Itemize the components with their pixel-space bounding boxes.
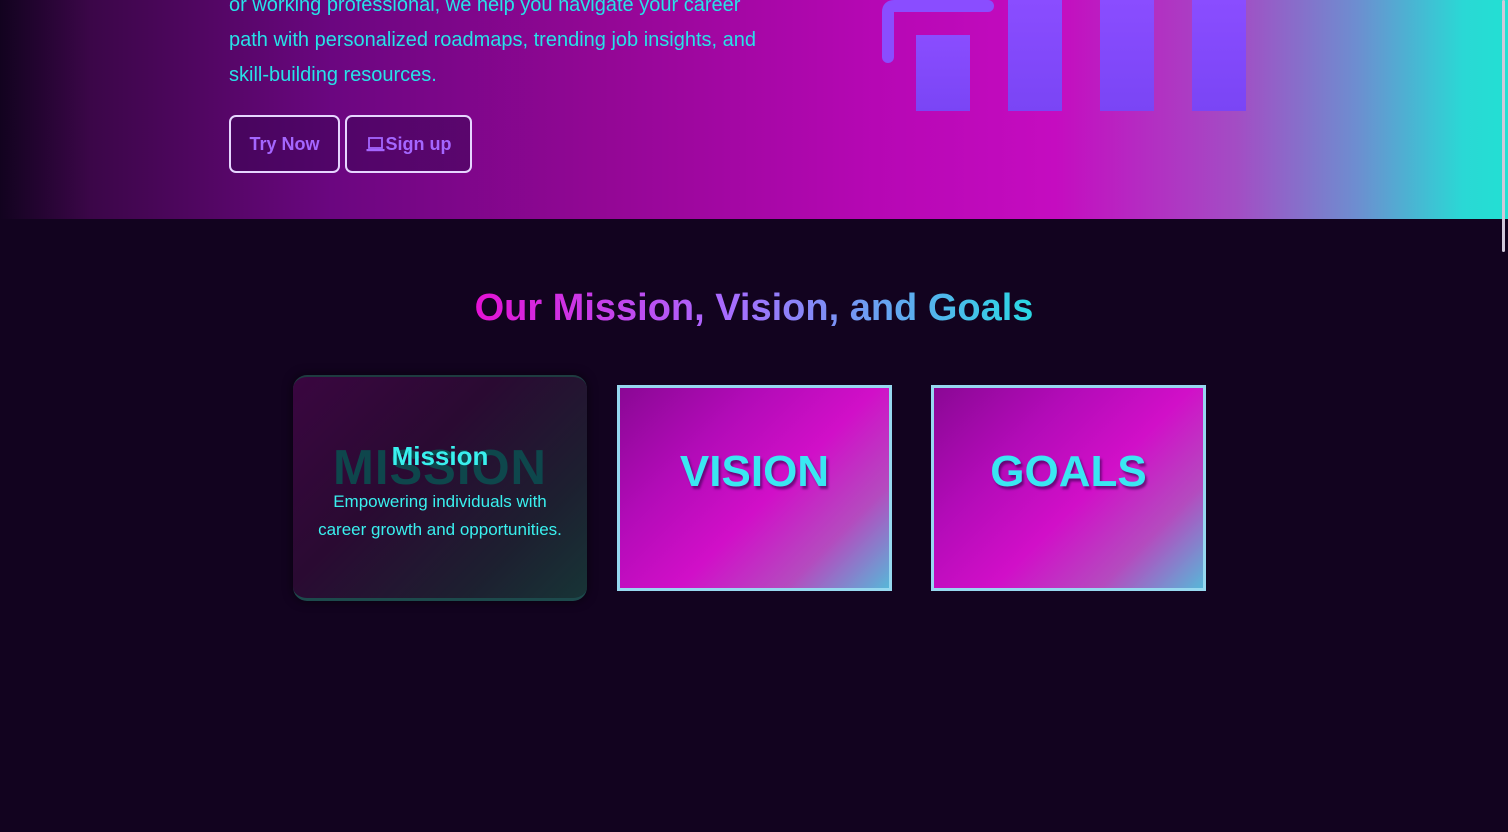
mission-title: Mission — [391, 441, 489, 471]
goals-card[interactable]: GOALS — [931, 385, 1206, 591]
section-title: Our Mission, Vision, and Goals — [474, 287, 1034, 329]
vision-label: VISION — [679, 447, 830, 496]
sign-up-label: Sign up — [385, 133, 452, 154]
mission-card[interactable]: MISSION Mission Empowering individuals w… — [293, 375, 587, 601]
goals-label: GOALS — [990, 447, 1147, 496]
hero-description: or working professional, we help you nav… — [229, 0, 756, 86]
try-now-button[interactable]: Try Now — [229, 115, 340, 173]
mission-description: Empowering individuals with career growt… — [318, 492, 562, 539]
bar-chart-icon — [882, 0, 1246, 111]
page: or working professional, we help you nav… — [0, 0, 1508, 832]
try-now-label: Try Now — [249, 133, 320, 154]
laptop-icon — [366, 136, 384, 151]
hero-section: or working professional, we help you nav… — [0, 0, 1508, 219]
scrollbar[interactable] — [1502, 0, 1505, 252]
vision-card[interactable]: VISION — [617, 385, 892, 591]
sign-up-button[interactable]: Sign up — [345, 115, 472, 173]
